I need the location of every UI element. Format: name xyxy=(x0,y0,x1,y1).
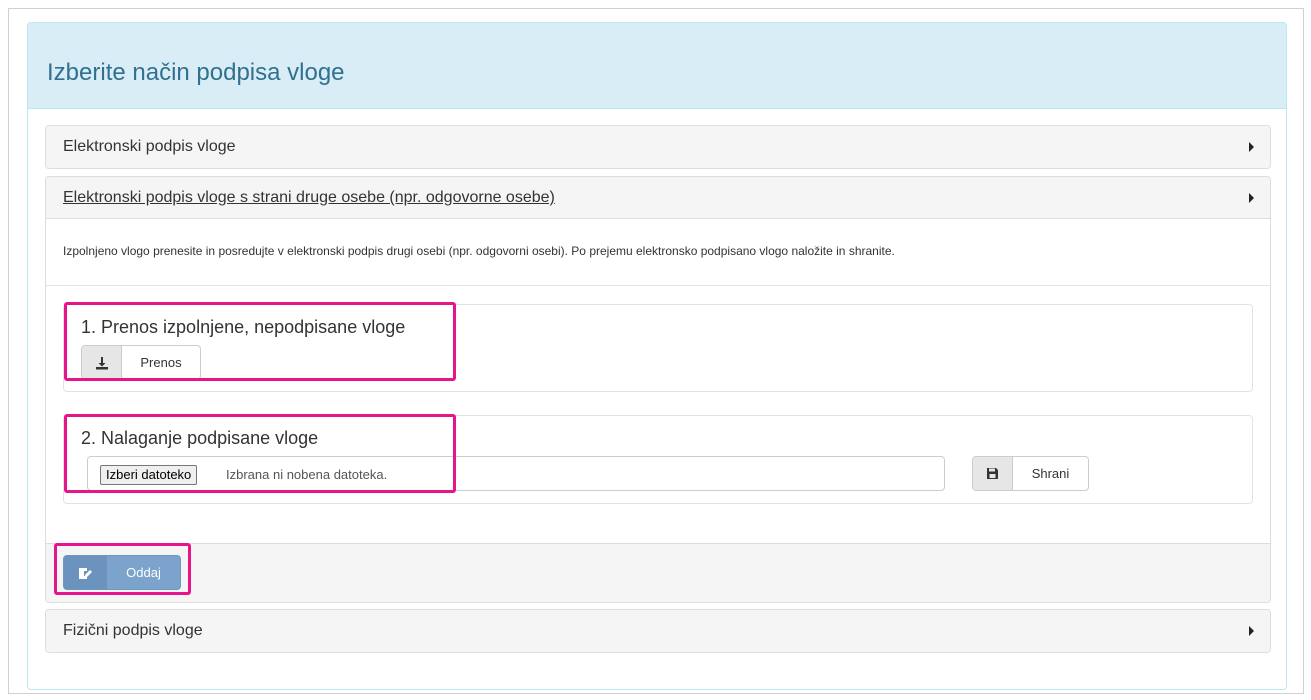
submit-footer: Oddaj xyxy=(46,543,1270,602)
accordion-title[interactable]: Fizični podpis vloge xyxy=(63,622,203,640)
download-icon[interactable] xyxy=(82,346,122,379)
step-upload-title: 2. Nalaganje podpisane vloge xyxy=(81,428,319,448)
edit-document-icon[interactable] xyxy=(64,556,107,589)
step-download-title: 1. Prenos izpolnjene, nepodpisane vloge xyxy=(81,317,406,337)
accordion-electronic-signature[interactable]: Elektronski podpis vloge xyxy=(45,125,1271,169)
download-button-label[interactable]: Prenos xyxy=(122,346,200,379)
accordion-header[interactable]: Elektronski podpis vloge xyxy=(46,126,1270,168)
signature-panel: Izberite način podpisa vloge Elektronski… xyxy=(27,22,1287,690)
file-input[interactable]: Izberi datoteko Izbrana ni nobena datote… xyxy=(87,456,945,491)
panel-title: Izberite način podpisa vloge xyxy=(47,59,345,86)
accordion-electronic-signature-other-person: Elektronski podpis vloge s strani druge … xyxy=(45,176,1271,603)
caret-right-icon[interactable] xyxy=(1249,626,1254,636)
panel-heading: Izberite način podpisa vloge xyxy=(28,23,1286,109)
accordion-title-link[interactable]: Elektronski podpis vloge s strani druge … xyxy=(63,189,555,207)
file-status-text: Izbrana ni nobena datoteka. xyxy=(226,467,388,482)
caret-right-icon[interactable] xyxy=(1249,142,1254,152)
accordion-title[interactable]: Elektronski podpis vloge xyxy=(63,138,236,156)
download-button[interactable]: Prenos xyxy=(81,345,201,380)
step-upload: 2. Nalaganje podpisane vloge Izberi dato… xyxy=(63,415,1253,504)
submit-button-label[interactable]: Oddaj xyxy=(107,556,180,589)
divider xyxy=(46,285,1270,286)
section-description: Izpolnjeno vlogo prenesite in posredujte… xyxy=(63,244,895,258)
submit-button[interactable]: Oddaj xyxy=(63,555,181,590)
floppy-disk-icon[interactable] xyxy=(973,457,1013,490)
save-button-label[interactable]: Shrani xyxy=(1013,457,1088,490)
caret-right-icon[interactable] xyxy=(1249,193,1254,203)
choose-file-button[interactable]: Izberi datoteko xyxy=(100,465,198,485)
step-download: 1. Prenos izpolnjene, nepodpisane vloge … xyxy=(63,304,1253,392)
accordion-header[interactable]: Fizični podpis vloge xyxy=(46,610,1270,652)
save-button[interactable]: Shrani xyxy=(972,456,1089,491)
accordion-header[interactable]: Elektronski podpis vloge s strani druge … xyxy=(46,177,1270,219)
accordion-physical-signature[interactable]: Fizični podpis vloge xyxy=(45,609,1271,653)
